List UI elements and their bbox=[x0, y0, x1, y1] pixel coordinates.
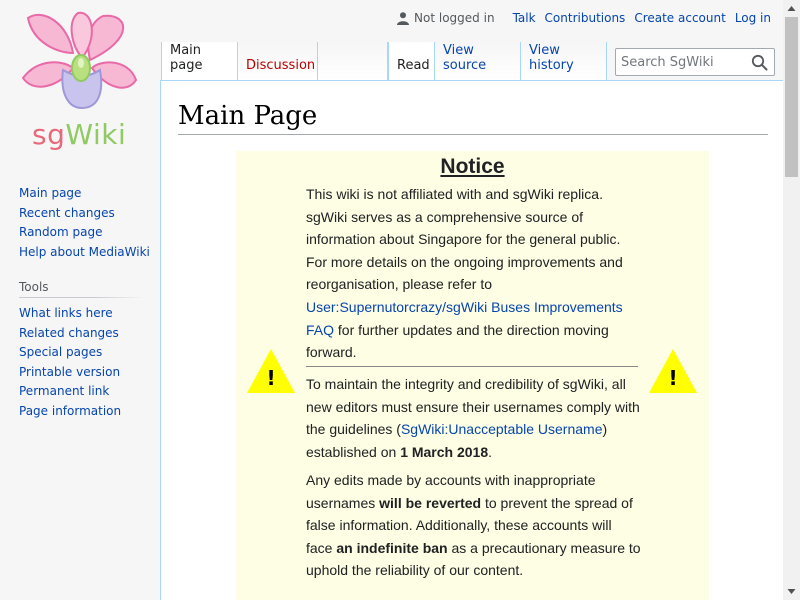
sidebar-item-related-changes[interactable]: Related changes bbox=[19, 326, 119, 340]
personal-tools: Not logged in Talk Contributions Create … bbox=[397, 11, 771, 25]
log-in-link[interactable]: Log in bbox=[735, 11, 771, 25]
notice-paragraph-2: To maintain the integrity and credibilit… bbox=[306, 376, 640, 460]
sidebar-item-permanent-link[interactable]: Permanent link bbox=[19, 384, 109, 398]
tab-view-source[interactable]: View source bbox=[435, 42, 521, 80]
sidebar-tools: Tools What links here Related changes Sp… bbox=[19, 280, 160, 421]
search-input[interactable] bbox=[621, 54, 747, 70]
sidebar-navigation: Main page Recent changes Random page Hel… bbox=[19, 184, 160, 262]
warning-icon-symbol: ! bbox=[668, 366, 677, 390]
vertical-scrollbar[interactable] bbox=[783, 0, 800, 600]
create-account-link[interactable]: Create account bbox=[634, 11, 726, 25]
sidebar-tools-heading: Tools bbox=[19, 280, 146, 298]
sidebar-item-page-information[interactable]: Page information bbox=[19, 404, 121, 418]
warning-icon: ! bbox=[247, 349, 295, 393]
notice-title: Notice bbox=[440, 155, 505, 178]
contributions-link[interactable]: Contributions bbox=[545, 11, 626, 25]
tab-main-page[interactable]: Main page bbox=[161, 42, 238, 80]
scrollbar-thumb[interactable] bbox=[785, 17, 798, 177]
page-title: Main Page bbox=[178, 98, 768, 135]
orchid-logo-icon bbox=[21, 11, 138, 110]
notice-paragraph-1: This wiki is not affiliated with and sgW… bbox=[306, 186, 623, 361]
tab-read[interactable]: Read bbox=[388, 42, 435, 80]
search-icon[interactable] bbox=[751, 54, 768, 71]
sidebar-item-help[interactable]: Help about MediaWiki bbox=[19, 245, 150, 259]
sidebar-item-main-page[interactable]: Main page bbox=[19, 186, 81, 200]
sidebar-item-what-links-here[interactable]: What links here bbox=[19, 306, 113, 320]
scroll-up-arrow-icon[interactable] bbox=[783, 0, 800, 17]
notice-paragraph-3: Any edits made by accounts with inapprop… bbox=[306, 472, 641, 579]
warning-icon-symbol: ! bbox=[266, 366, 275, 390]
notice-divider bbox=[306, 366, 638, 367]
warning-icon: ! bbox=[649, 349, 697, 393]
sidebar: Main page Recent changes Random page Hel… bbox=[0, 180, 160, 421]
sidebar-item-recent-changes[interactable]: Recent changes bbox=[19, 206, 115, 220]
user-icon bbox=[397, 11, 410, 25]
unacceptable-username-link[interactable]: SgWiki:Unacceptable Username bbox=[401, 421, 603, 437]
search-box bbox=[615, 48, 775, 76]
tab-discussion[interactable]: Discussion bbox=[238, 42, 318, 80]
talk-link[interactable]: Talk bbox=[513, 11, 536, 25]
tab-view-history[interactable]: View history bbox=[521, 42, 607, 80]
not-logged-in-status: Not logged in bbox=[414, 11, 495, 25]
sidebar-item-special-pages[interactable]: Special pages bbox=[19, 345, 102, 359]
sidebar-item-printable-version[interactable]: Printable version bbox=[19, 365, 120, 379]
content-area: Main Page Notice This wiki is not affili… bbox=[160, 80, 785, 600]
site-logo-wordmark[interactable]: sgWiki bbox=[32, 118, 126, 151]
scroll-down-arrow-icon[interactable] bbox=[783, 583, 800, 600]
tab-spacer bbox=[318, 42, 388, 80]
notice-box: Notice This wiki is not affiliated with … bbox=[236, 151, 709, 600]
sidebar-item-random-page[interactable]: Random page bbox=[19, 225, 102, 239]
